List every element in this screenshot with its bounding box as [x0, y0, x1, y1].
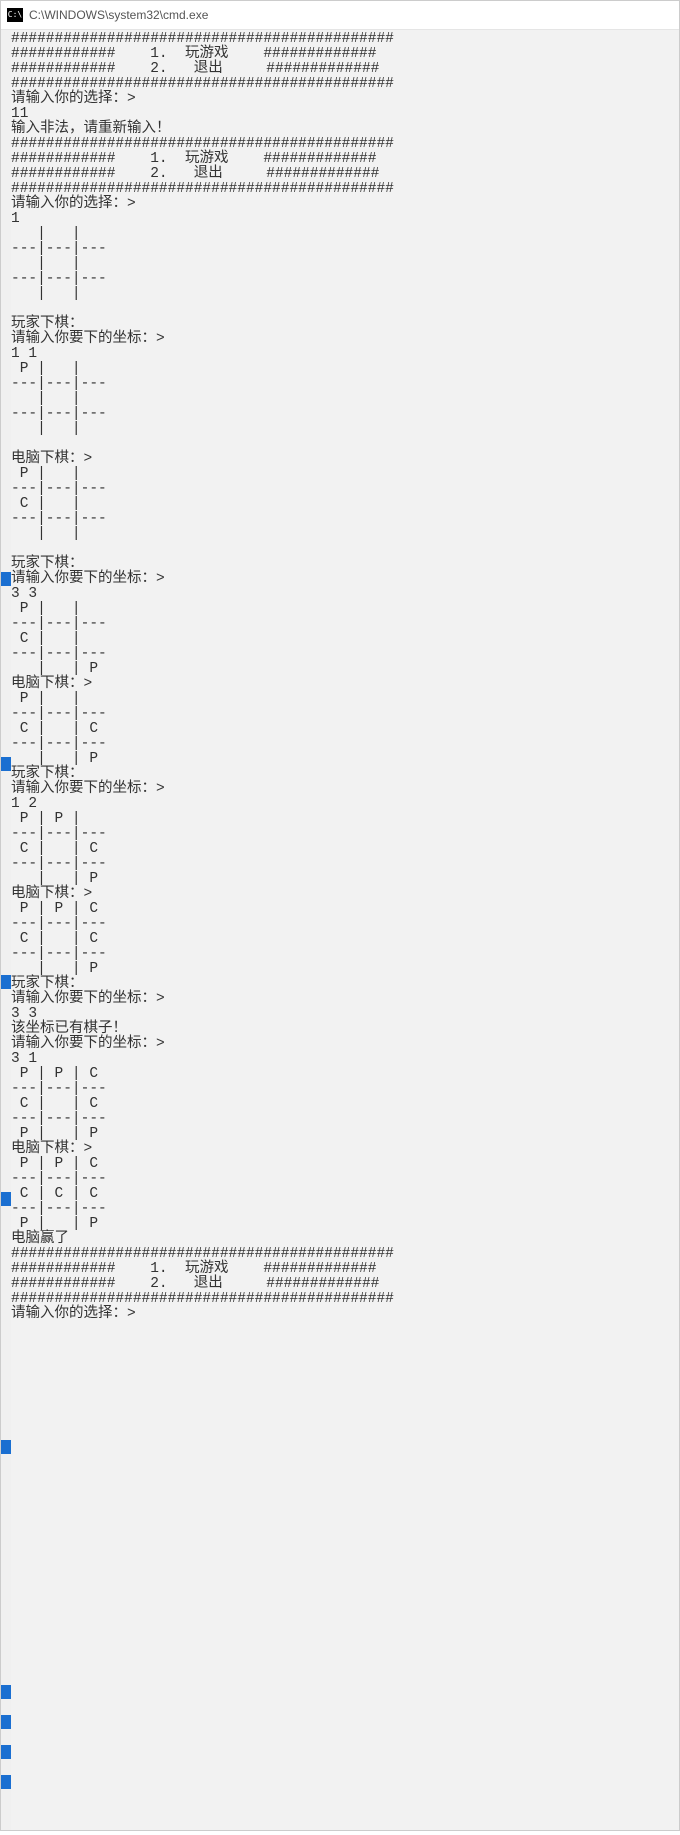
board: P | P | ---|---|--- C | | C ---|---|--- … [11, 812, 679, 887]
window-body: ########################################… [1, 30, 679, 1830]
prompt-coord: 请输入你要下的坐标：> [11, 782, 679, 797]
prompt-coord: 请输入你要下的坐标：> [11, 992, 679, 1007]
blank-line [11, 437, 679, 452]
gutter-mark [1, 1685, 11, 1699]
gutter-mark [1, 757, 11, 771]
menu-border: ########################################… [11, 182, 679, 197]
gutter-mark [1, 1745, 11, 1759]
menu-border: ########################################… [11, 1292, 679, 1307]
menu-opt1: ############ 1. 玩游戏 ############# [11, 1262, 679, 1277]
menu-border: ########################################… [11, 137, 679, 152]
board: P | P | C ---|---|--- C | | C ---|---|--… [11, 1067, 679, 1142]
menu-opt1: ############ 1. 玩游戏 ############# [11, 152, 679, 167]
msg-computer-turn: 电脑下棋：> [11, 887, 679, 902]
menu-opt1: ############ 1. 玩游戏 ############# [11, 47, 679, 62]
blank-line [11, 302, 679, 317]
menu-opt2: ############ 2. 退出 ############# [11, 167, 679, 182]
prompt-choose: 请输入你的选择：> [11, 197, 679, 212]
user-input: 3 1 [11, 1052, 679, 1067]
console-area[interactable]: ########################################… [11, 30, 679, 1830]
window-title: C:\WINDOWS\system32\cmd.exe [29, 8, 208, 22]
gutter-mark [1, 572, 11, 586]
user-input: 3 3 [11, 587, 679, 602]
board: P | P | C ---|---|--- C | C | C ---|---|… [11, 1157, 679, 1232]
prompt-choose: 请输入你的选择：> [11, 1307, 679, 1322]
user-input: 1 [11, 212, 679, 227]
prompt-choose: 请输入你的选择：> [11, 92, 679, 107]
board: P | | ---|---|--- C | | C ---|---|--- | … [11, 692, 679, 767]
board: P | P | C ---|---|--- C | | C ---|---|--… [11, 902, 679, 977]
user-input: 1 2 [11, 797, 679, 812]
gutter-mark [1, 975, 11, 989]
cmd-window: C:\ C:\WINDOWS\system32\cmd.exe ########… [0, 0, 680, 1831]
user-input: 3 3 [11, 1007, 679, 1022]
msg-player-turn: 玩家下棋： [11, 767, 679, 782]
menu-opt2: ############ 2. 退出 ############# [11, 62, 679, 77]
menu-border: ########################################… [11, 1247, 679, 1262]
prompt-coord: 请输入你要下的坐标：> [11, 1037, 679, 1052]
user-input: 1 1 [11, 347, 679, 362]
msg-invalid: 输入非法，请重新输入！ [11, 122, 679, 137]
gutter-mark [1, 1192, 11, 1206]
user-input: 11 [11, 107, 679, 122]
gutter-mark [1, 1715, 11, 1729]
msg-computer-turn: 电脑下棋：> [11, 452, 679, 467]
gutter-mark [1, 1440, 11, 1454]
gutter-mark [1, 1775, 11, 1789]
msg-computer-turn: 电脑下棋：> [11, 1142, 679, 1157]
blank-line [11, 542, 679, 557]
msg-computer-win: 电脑赢了 [11, 1232, 679, 1247]
menu-border: ########################################… [11, 32, 679, 47]
cmd-icon-text: C:\ [8, 11, 22, 19]
left-gutter [1, 30, 11, 1830]
menu-border: ########################################… [11, 77, 679, 92]
board: | | ---|---|--- | | ---|---|--- | | [11, 227, 679, 302]
titlebar: C:\ C:\WINDOWS\system32\cmd.exe [1, 1, 679, 30]
msg-player-turn: 玩家下棋： [11, 317, 679, 332]
prompt-coord: 请输入你要下的坐标：> [11, 572, 679, 587]
msg-player-turn: 玩家下棋： [11, 977, 679, 992]
msg-computer-turn: 电脑下棋：> [11, 677, 679, 692]
cmd-icon: C:\ [7, 8, 23, 22]
menu-opt2: ############ 2. 退出 ############# [11, 1277, 679, 1292]
board: P | | ---|---|--- | | ---|---|--- | | [11, 362, 679, 437]
prompt-coord: 请输入你要下的坐标：> [11, 332, 679, 347]
board: P | | ---|---|--- C | | ---|---|--- | | [11, 467, 679, 542]
board: P | | ---|---|--- C | | ---|---|--- | | … [11, 602, 679, 677]
msg-player-turn: 玩家下棋： [11, 557, 679, 572]
msg-occupied: 该坐标已有棋子！ [11, 1022, 679, 1037]
